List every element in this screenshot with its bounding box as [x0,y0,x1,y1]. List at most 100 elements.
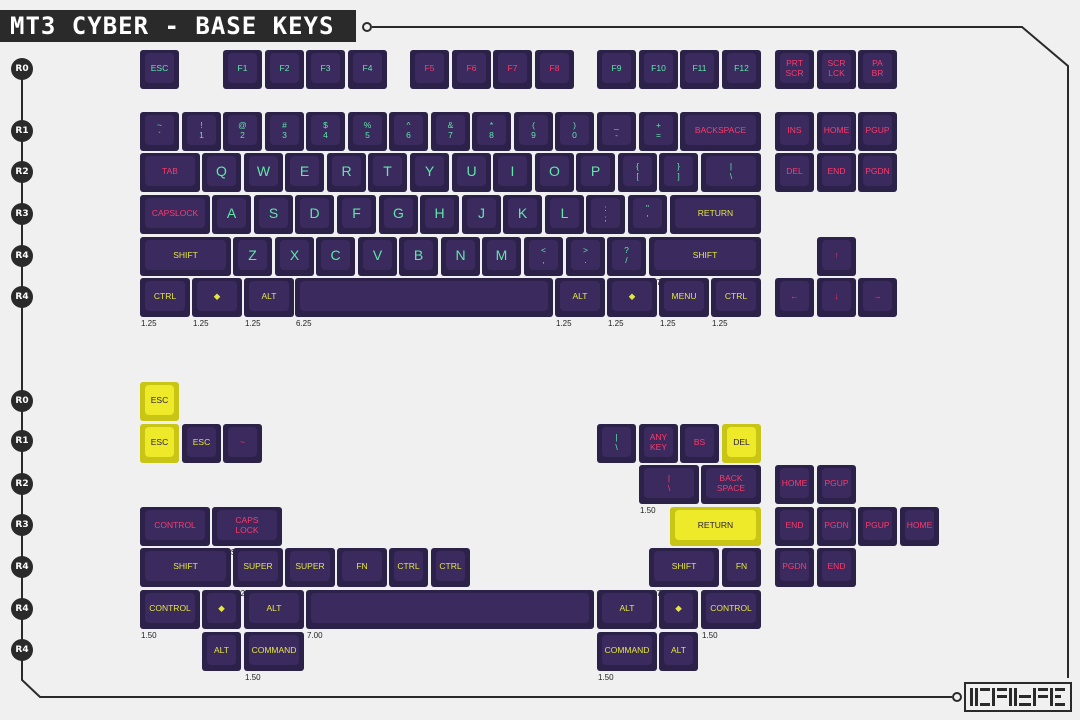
key-legend: N [446,240,475,270]
key-del: DEL [775,153,814,192]
key-legend: ◆ [612,281,652,311]
key-size-label: 1.25 [660,319,676,328]
key-legend: B [404,240,433,270]
key-f5: F5 [410,50,449,89]
row-label: R4 [11,556,33,578]
key-z: Z [233,237,272,276]
key-legend: HOME [780,468,809,498]
key-scr-lck: SCR LCK [817,50,856,89]
key-legend: F10 [644,53,673,83]
key-legend: ESC [145,385,174,415]
page-title: MT3 CYBER - BASE KEYS [0,10,356,42]
key-legend: F3 [311,53,340,83]
row-label: R2 [11,161,33,183]
row-label: R0 [11,58,33,80]
key-legend: BACKSPACE [685,115,756,145]
key-j: J [462,195,501,234]
key-symbol: } ] [659,153,698,192]
key-size-label: 6.25 [296,319,312,328]
key-home: HOME [900,507,939,546]
key-legend: Y [415,156,444,186]
key-tab: TAB1.50 [140,153,200,203]
key-legend: ↑ [822,240,851,270]
row-label: R2 [11,473,33,495]
key-legend: ~ ` [145,115,174,145]
key-ins: INS [775,112,814,151]
key-legend: F5 [415,53,444,83]
key-u: U [452,153,491,192]
key-end: END [817,153,856,192]
row-label: R3 [11,514,33,536]
key-symbol: | \ [597,424,636,463]
key-6: ^ 6 [389,112,428,151]
key-control: CONTROL1.75 [140,507,210,557]
key-symbol: > . [566,237,605,276]
row-label: R1 [11,120,33,142]
key-f7: F7 [493,50,532,89]
key-legend: COMMAND [249,635,299,665]
key-legend: PGDN [780,551,809,581]
key-legend: K [508,198,537,228]
key-legend: MENU [664,281,704,311]
key-o: O [535,153,574,192]
key-return: RETURN2.25 [670,507,761,557]
key-end: END [775,507,814,546]
key-legend: RETURN [675,198,756,228]
key-c: C [316,237,355,276]
row-label: R4 [11,286,33,308]
key-alt: ALT [202,632,241,671]
key-legend: F1 [228,53,257,83]
key-legend: F6 [457,53,486,83]
key-w: W [244,153,283,192]
key-legend: D [300,198,329,228]
key-legend: X [280,240,309,270]
key-legend: T [373,156,402,186]
key-i: I [493,153,532,192]
key-legend: @ 2 [228,115,257,145]
key-super: SUPER1.25 [285,548,335,598]
key-legend: } ] [664,156,693,186]
key-ctrl: CTRL [431,548,470,587]
key-ctrl: CTRL 1.25 [140,278,190,328]
key-7: & 7 [431,112,470,151]
key-n: N [441,237,480,276]
key-f1: F1 [223,50,262,89]
logo-glyph-icon [970,688,1065,706]
key-legend: CTRL [716,281,756,311]
key-0: ) 0 [555,112,594,151]
key-legend: CONTROL [145,510,205,540]
key-return: RETURN2.25 [670,195,761,245]
key-symbol: " ' [628,195,667,234]
key-legend: PGUP [863,510,892,540]
key-legend: TAB [145,156,195,186]
key-space: 7.00 [306,590,594,640]
key-legend: DEL [780,156,809,186]
key-fn: FN [722,548,761,587]
key-legend: RETURN [675,510,756,540]
key-esc: ESC [140,50,179,89]
key-symbol: _ - [597,112,636,151]
key-pgup: PGUP [858,507,897,546]
key-legend: F12 [727,53,756,83]
key-symbol: : ; [586,195,625,234]
key-pa-br: PA BR [858,50,897,89]
key-symbol: ↑ [817,237,856,276]
key-legend: SHIFT [654,551,714,581]
key-legend: W [249,156,278,186]
key-legend: F11 [685,53,714,83]
key-legend: ? / [612,240,641,270]
key-legend: → [863,281,892,311]
key-legend: O [540,156,569,186]
key-legend: Z [238,240,267,270]
key-symbol: → [858,278,897,317]
key-b: B [399,237,438,276]
key-symbol: ◆ [202,590,241,629]
key-1: ! 1 [182,112,221,151]
key-legend: Q [207,156,236,186]
key-legend: COMMAND [602,635,652,665]
key-super: SUPER1.25 [233,548,283,598]
key-f11: F11 [680,50,719,89]
key-legend: FN [727,551,756,581]
row-label: R3 [11,203,33,225]
key-legend: I [498,156,527,186]
